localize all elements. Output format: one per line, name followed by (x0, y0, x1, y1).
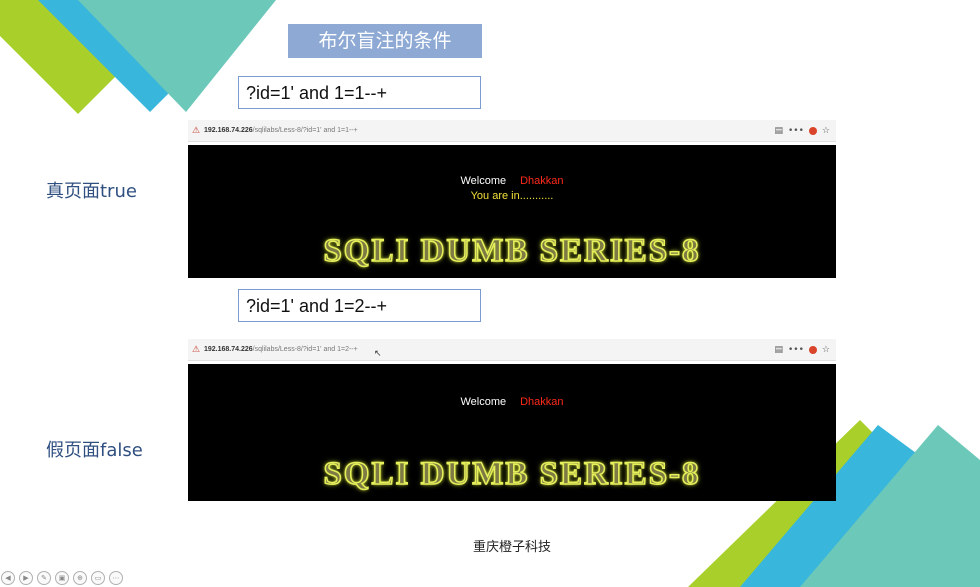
page-content: Welcome Dhakkan SQLI DUMB SERIES-8 (188, 364, 836, 501)
prev-icon[interactable]: ◀ (1, 571, 15, 585)
page-content: Welcome Dhakkan You are in........... SQL… (188, 145, 836, 278)
series-banner: SQLI DUMB SERIES-8 (323, 232, 701, 270)
ublock-icon[interactable] (808, 345, 817, 354)
menu-dots-icon[interactable]: ••• (788, 345, 804, 355)
query-false-box: ?id=1' and 1=2--+ (238, 289, 481, 322)
pages-icon[interactable]: ▣ (55, 571, 69, 585)
label-false: 假页面false (46, 440, 143, 461)
user-name: Dhakkan (520, 396, 564, 408)
url-path: /sqlilabs/Less-8/?id=1' and 1=1--+ (252, 127, 358, 134)
cursor-icon: ↖ (374, 349, 382, 359)
address-bar[interactable]: ⚠ 192.168.74.226/sqlilabs/Less-8/?id=1' … (188, 120, 836, 142)
star-icon[interactable]: ☆ (822, 345, 830, 355)
welcome-text: Welcome (460, 396, 507, 408)
more-icon[interactable]: ⋯ (109, 571, 123, 585)
play-icon[interactable]: ▶ (19, 571, 33, 585)
menu-dots-icon[interactable]: ••• (788, 126, 804, 136)
pen-icon[interactable]: ✎ (37, 571, 51, 585)
label-true: 真页面true (46, 181, 137, 202)
reader-icon[interactable]: ▤ (774, 126, 783, 136)
url-path: /sqlilabs/Less-8/?id=1' and 1=2--+ (252, 346, 358, 353)
screen-icon[interactable]: ▭ (91, 571, 105, 585)
url-text[interactable]: 192.168.74.226/sqlilabs/Less-8/?id=1' an… (204, 346, 774, 353)
reader-icon[interactable]: ▤ (774, 345, 783, 355)
url-host: 192.168.74.226 (204, 346, 253, 353)
browser-true-screenshot: ⚠ 192.168.74.226/sqlilabs/Less-8/?id=1' … (188, 120, 836, 278)
ublock-icon[interactable] (808, 126, 817, 135)
star-icon[interactable]: ☆ (822, 126, 830, 136)
address-bar[interactable]: ⚠ 192.168.74.226/sqlilabs/Less-8/?id=1' … (188, 339, 836, 361)
welcome-line: Welcome Dhakkan (188, 396, 836, 408)
tracking-icon: ⚠ (192, 344, 201, 355)
welcome-line: Welcome Dhakkan (188, 175, 836, 187)
url-text[interactable]: 192.168.74.226/sqlilabs/Less-8/?id=1' an… (204, 127, 774, 134)
query-true-box: ?id=1' and 1=1--+ (238, 76, 481, 109)
series-banner: SQLI DUMB SERIES-8 (323, 455, 701, 493)
user-name: Dhakkan (520, 175, 564, 187)
slideshow-controls: ◀ ▶ ✎ ▣ ⊕ ▭ ⋯ (1, 571, 123, 585)
url-host: 192.168.74.226 (204, 127, 253, 134)
browser-false-screenshot: ⚠ 192.168.74.226/sqlilabs/Less-8/?id=1' … (188, 339, 836, 501)
welcome-text: Welcome (460, 175, 507, 187)
tracking-icon: ⚠ (192, 125, 201, 136)
slide-title: 布尔盲注的条件 (288, 24, 482, 58)
result-message: You are in........... (470, 190, 554, 202)
zoom-icon[interactable]: ⊕ (73, 571, 87, 585)
footer-company: 重庆橙子科技 (473, 540, 552, 555)
